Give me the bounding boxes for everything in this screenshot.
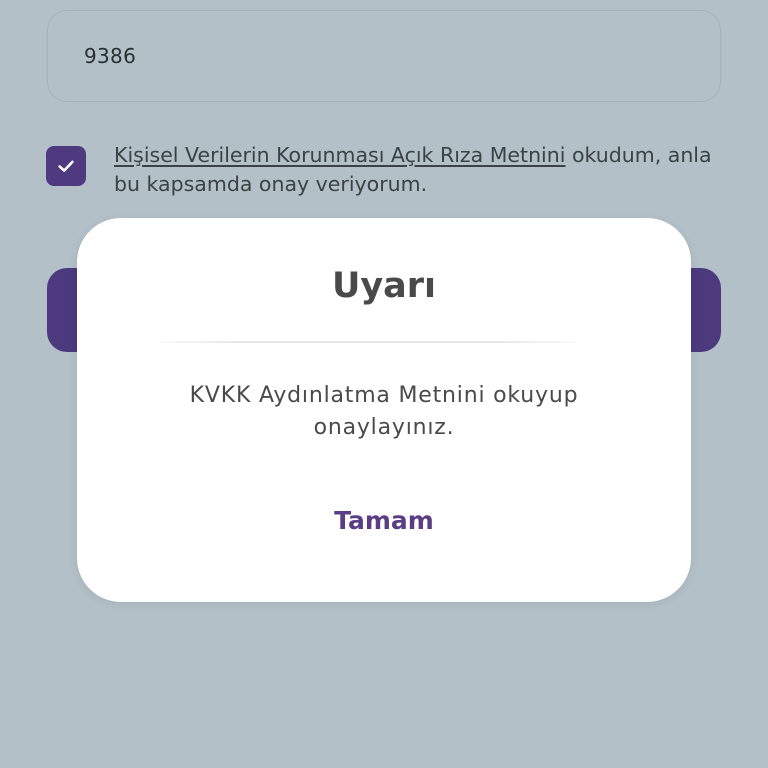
consent-text-line2: bu kapsamda onay veriyorum. — [114, 172, 428, 196]
consent-checkbox[interactable] — [46, 146, 86, 186]
consent-link[interactable]: Kişisel Verilerin Korunması Açık Rıza Me… — [114, 143, 565, 167]
screen: 9386 Kişisel Verilerin Korunması Açık Rı… — [0, 0, 768, 768]
dialog-message: KVKK Aydınlatma Metnini okuyup onaylayın… — [189, 383, 579, 440]
code-input[interactable]: 9386 — [47, 10, 721, 102]
consent-text: Kişisel Verilerin Korunması Açık Rıza Me… — [114, 141, 754, 199]
check-icon — [58, 160, 74, 172]
ok-button[interactable]: Tamam — [300, 500, 468, 542]
code-input-value: 9386 — [84, 44, 137, 68]
dialog-title: Uyarı — [331, 266, 437, 306]
dialog-divider — [160, 341, 576, 343]
consent-text-rest: okudum, anla — [565, 143, 712, 167]
